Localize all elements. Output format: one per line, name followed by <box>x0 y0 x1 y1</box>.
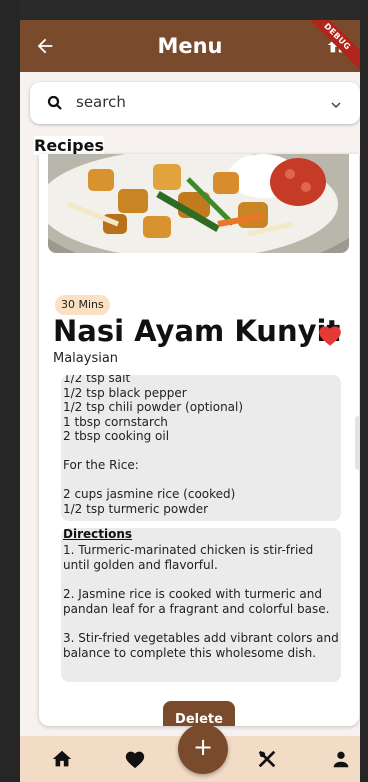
page-title: Menu <box>157 34 223 58</box>
cuisine-label: Malaysian <box>53 351 119 366</box>
direction-step: 3. Stir-fried vegetables add vibrant col… <box>63 631 339 660</box>
right-bezel <box>360 0 368 782</box>
section-label: Recipes <box>34 136 104 155</box>
directions-box: Directions 1. Turmeric-marinated chicken… <box>61 528 341 682</box>
ingredient-item: 1 tbsp cornstarch <box>63 414 168 429</box>
ingredients-list[interactable]: 1/2 tsp salt 1/2 tsp black pepper 1/2 ts… <box>61 375 341 521</box>
ingredient-item: 1/2 tsp turmeric powder <box>63 501 209 516</box>
search-bar[interactable]: search <box>30 82 360 124</box>
chevron-down-icon[interactable] <box>330 96 342 109</box>
ingredient-item: For the Rice: <box>63 458 139 472</box>
nav-utensils-icon[interactable] <box>256 748 278 770</box>
recipe-card: 30 Mins Nasi Ayam Kunyit Malaysian 1/2 t… <box>39 154 359 726</box>
search-icon <box>46 94 64 112</box>
time-badge: 30 Mins <box>55 295 110 315</box>
ingredient-item: 2 tbsp cooking oil <box>63 429 170 443</box>
nav-heart-icon[interactable] <box>124 748 146 770</box>
nav-home-icon[interactable] <box>51 748 73 770</box>
ingredient-item: 1/2 tsp chili powder (optional) <box>63 400 244 414</box>
direction-step: 2. Jasmine rice is cooked with turmeric … <box>63 587 330 616</box>
ingredient-item: 1/2 tsp black pepper <box>63 385 187 400</box>
heart-icon[interactable] <box>317 323 343 347</box>
ingredients-scrollbar[interactable] <box>355 416 359 470</box>
add-recipe-button[interactable]: + <box>178 724 228 774</box>
ingredient-item: 1/2 tsp salt <box>63 375 131 385</box>
recipe-title: Nasi Ayam Kunyit <box>53 314 341 348</box>
search-input[interactable]: search <box>76 93 126 111</box>
direction-step: 1. Turmeric-marinated chicken is stir-fr… <box>63 543 314 572</box>
recipe-photo <box>48 154 349 253</box>
delete-button[interactable]: Delete <box>163 701 235 726</box>
app-bar: Menu DEBUG <box>20 20 360 74</box>
directions-heading: Directions <box>63 528 133 541</box>
app-window: Menu DEBUG search Recipes 30 Mins Nasi A… <box>20 20 360 782</box>
ingredient-item: 2 cups jasmine rice (cooked) <box>63 487 236 501</box>
left-bezel <box>0 0 20 782</box>
nav-person-icon[interactable] <box>330 748 352 770</box>
